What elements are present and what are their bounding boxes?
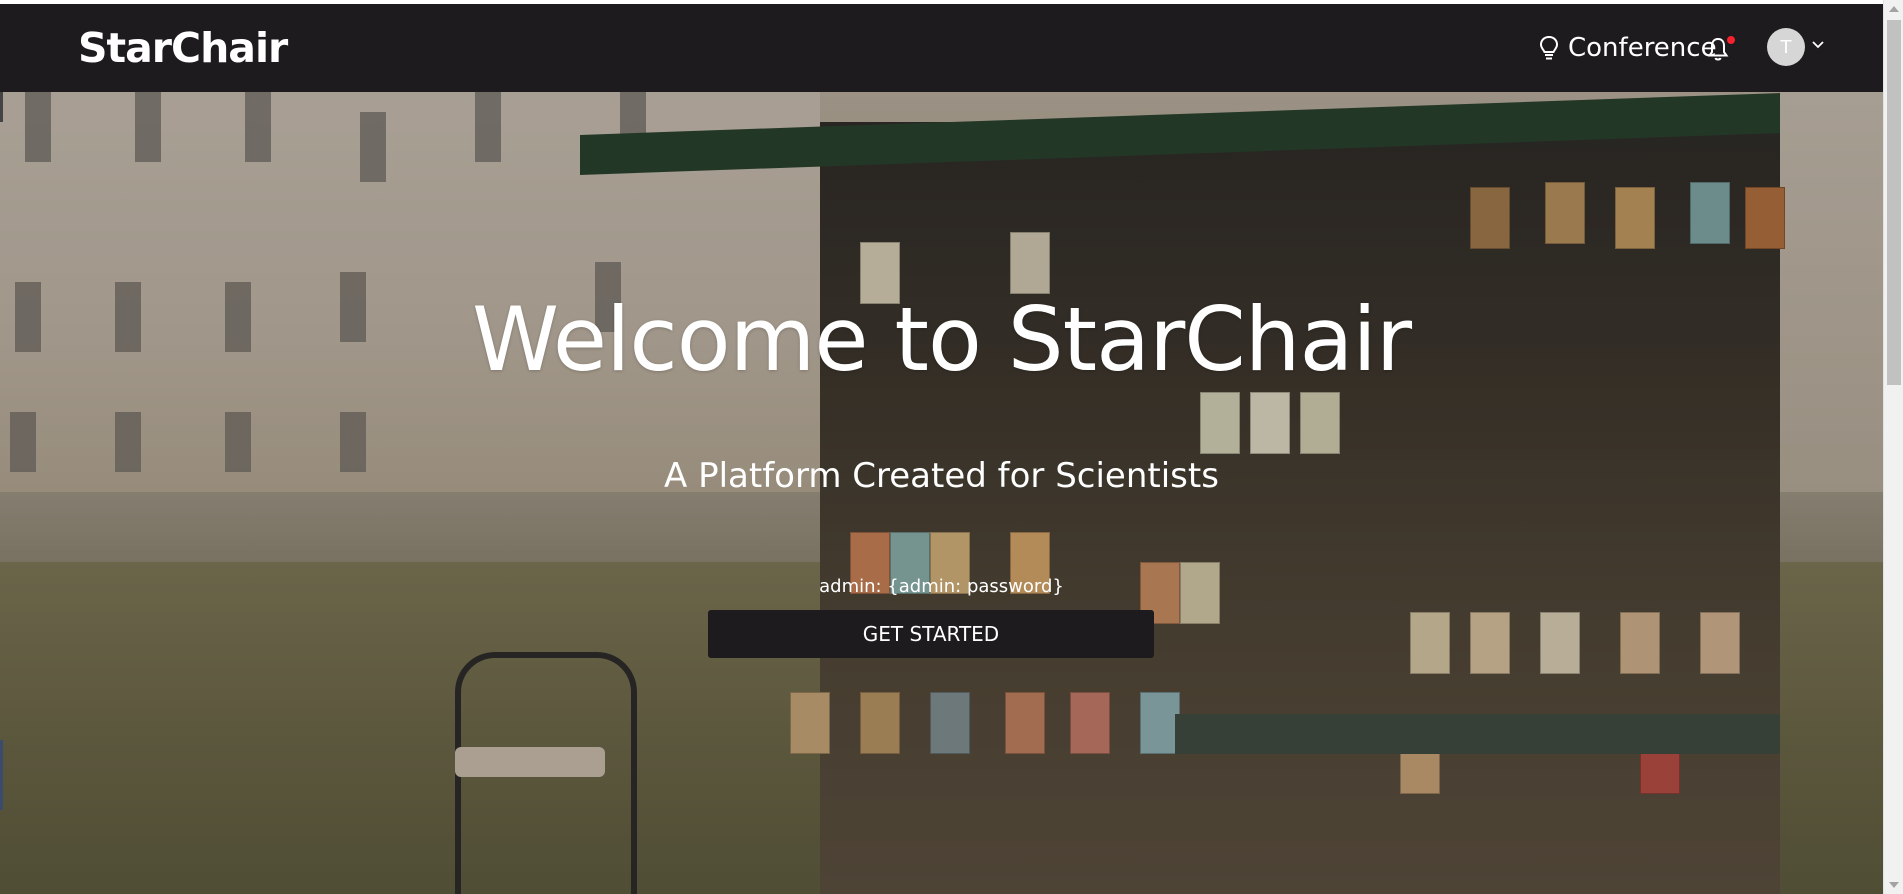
top-navbar: StarChair Conference T	[0, 4, 1883, 92]
navbar-right: Conference T	[1483, 4, 1883, 92]
conference-menu-button[interactable]: Conference	[1538, 31, 1717, 65]
user-avatar[interactable]: T	[1767, 28, 1805, 66]
chevron-down-icon[interactable]	[1811, 40, 1825, 50]
hero-admin-note: admin: {admin: password}	[819, 576, 1064, 597]
hero-subtitle: A Platform Created for Scientists	[664, 456, 1219, 496]
left-edge-tab-lower	[0, 740, 3, 810]
left-edge-tab	[0, 92, 3, 122]
avatar-initial: T	[1780, 36, 1792, 58]
hero-banner: Welcome to StarChair A Platform Created …	[0, 92, 1883, 894]
lightbulb-icon	[1539, 35, 1559, 60]
vertical-scrollbar[interactable]	[1883, 0, 1903, 894]
scroll-up-button[interactable]	[1884, 0, 1903, 18]
get-started-button[interactable]: GET STARTED	[708, 610, 1154, 658]
scroll-down-button[interactable]	[1884, 876, 1903, 894]
notifications-button[interactable]	[1707, 34, 1736, 62]
conference-label: Conference	[1568, 33, 1717, 63]
notification-badge-dot	[1726, 35, 1736, 45]
hero-title: Welcome to StarChair	[471, 288, 1412, 391]
scrollbar-thumb[interactable]	[1887, 20, 1901, 385]
caret-down-icon	[1889, 882, 1899, 888]
site-logo[interactable]: StarChair	[78, 24, 288, 72]
caret-up-icon	[1889, 6, 1899, 12]
